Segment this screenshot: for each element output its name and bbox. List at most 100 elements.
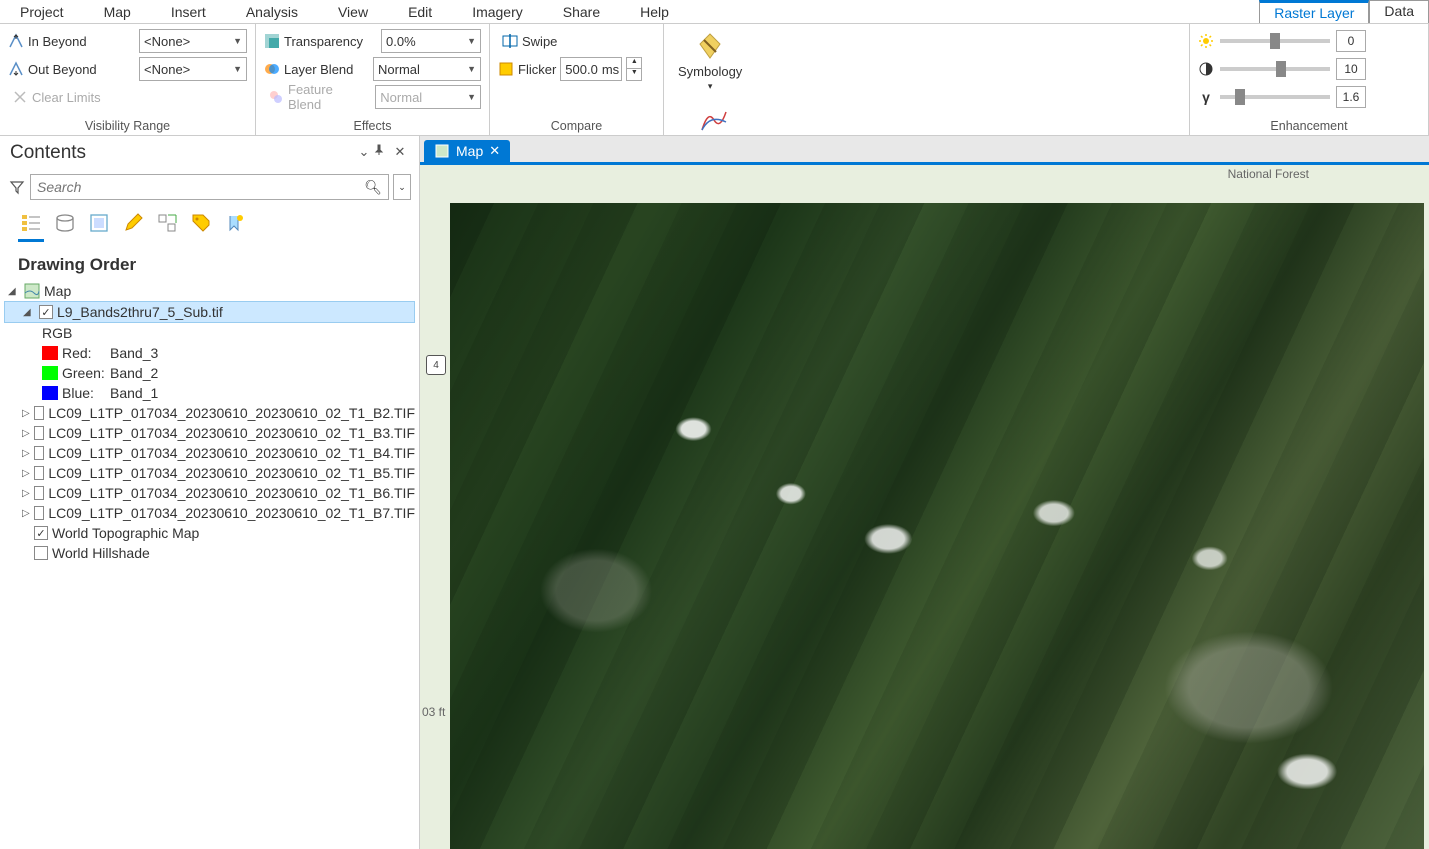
- gamma-slider[interactable]: [1220, 95, 1330, 99]
- list-by-perceptual-tab[interactable]: [224, 212, 246, 234]
- layer-blend-combo[interactable]: Normal▼: [373, 57, 481, 81]
- map-view-tab[interactable]: Map ✕: [424, 140, 510, 162]
- layer-checkbox[interactable]: [34, 486, 44, 500]
- contents-pane: Contents ⌄ ✕ 🔍︎ ⌄ Drawing Order ◢: [0, 136, 420, 849]
- layer-checkbox[interactable]: [34, 506, 44, 520]
- stretch-type-icon: [698, 104, 730, 136]
- pane-close-button[interactable]: ✕: [391, 144, 409, 162]
- layer-checkbox[interactable]: [34, 406, 44, 420]
- red-channel-label: Red:: [62, 345, 106, 361]
- transparency-input[interactable]: 0.0%▼: [381, 29, 481, 53]
- symbology-icon: [694, 30, 726, 62]
- layer-label[interactable]: LC09_L1TP_017034_20230610_20230610_02_T1…: [48, 445, 415, 461]
- layer-label[interactable]: LC09_L1TP_017034_20230610_20230610_02_T1…: [48, 405, 415, 421]
- search-icon[interactable]: 🔍︎: [364, 179, 382, 196]
- layer-checkbox[interactable]: [34, 426, 44, 440]
- in-beyond-combo[interactable]: <None>▼: [139, 29, 247, 53]
- list-by-drawing-order-tab[interactable]: [20, 212, 42, 234]
- pane-menu-button[interactable]: ⌄: [355, 144, 373, 162]
- ribbon: In Beyond <None>▼ Out Beyond <None>▼ Cle…: [0, 24, 1429, 136]
- swipe-button[interactable]: Swipe: [498, 31, 561, 51]
- world-topo-label[interactable]: World Topographic Map: [52, 525, 199, 541]
- layer-toggle[interactable]: ▷: [22, 468, 30, 479]
- feature-blend-button: Feature Blend: [264, 80, 371, 114]
- green-band-label: Band_2: [110, 365, 158, 381]
- clear-limits-button[interactable]: Clear Limits: [8, 87, 105, 107]
- layer-toggle[interactable]: ▷: [22, 448, 30, 459]
- transparency-label: Transparency: [284, 34, 363, 49]
- rgb-label: RGB: [42, 325, 72, 341]
- visibility-range-group-label: Visibility Range: [8, 116, 247, 135]
- layer-toggle[interactable]: ▷: [22, 488, 30, 499]
- swipe-icon: [502, 33, 518, 49]
- layer-toggle[interactable]: ▷: [22, 428, 30, 439]
- layer-checkbox[interactable]: [34, 446, 44, 460]
- layer-label[interactable]: LC09_L1TP_017034_20230610_20230610_02_T1…: [48, 505, 415, 521]
- feature-blend-icon: [268, 89, 284, 105]
- transparency-icon: [264, 33, 280, 49]
- menu-view[interactable]: View: [318, 1, 388, 23]
- layer-label[interactable]: LC09_L1TP_017034_20230610_20230610_02_T1…: [48, 465, 415, 481]
- map-expand-toggle[interactable]: ◢: [8, 286, 20, 297]
- world-hillshade-checkbox[interactable]: [34, 546, 48, 560]
- contrast-slider[interactable]: [1220, 67, 1330, 71]
- gamma-icon: γ: [1198, 89, 1214, 105]
- red-swatch: [42, 346, 58, 360]
- flicker-down-button[interactable]: ▼: [627, 69, 641, 80]
- layer-checkbox[interactable]: [34, 466, 44, 480]
- list-by-source-tab[interactable]: [54, 212, 76, 234]
- context-tab-raster-layer[interactable]: Raster Layer: [1259, 0, 1369, 23]
- list-by-labeling-tab[interactable]: [190, 212, 212, 234]
- menu-edit[interactable]: Edit: [388, 1, 452, 23]
- flicker-label: Flicker: [518, 62, 556, 77]
- map-icon: [24, 283, 40, 299]
- menu-share[interactable]: Share: [543, 1, 620, 23]
- list-by-editing-tab[interactable]: [122, 212, 144, 234]
- menu-help[interactable]: Help: [620, 1, 689, 23]
- map-root-label[interactable]: Map: [44, 283, 71, 299]
- list-by-selection-tab[interactable]: [88, 212, 110, 234]
- menu-analysis[interactable]: Analysis: [226, 1, 318, 23]
- menu-insert[interactable]: Insert: [151, 1, 226, 23]
- feature-blend-combo: Normal▼: [375, 85, 481, 109]
- layer-label[interactable]: LC09_L1TP_017034_20230610_20230610_02_T1…: [48, 485, 415, 501]
- map-area: Map ✕ National Forest New River Trail 03…: [420, 136, 1429, 849]
- symbology-button[interactable]: Symbology▾: [672, 28, 748, 94]
- menu-project[interactable]: Project: [0, 1, 84, 23]
- world-topo-checkbox[interactable]: [34, 526, 48, 540]
- effects-group-label: Effects: [264, 116, 481, 135]
- enhancement-group-label: Enhancement: [1198, 116, 1420, 135]
- brightness-value[interactable]: 0: [1336, 30, 1366, 52]
- flicker-value-input[interactable]: 500.0ms: [560, 57, 622, 81]
- filter-icon[interactable]: [8, 178, 26, 196]
- gamma-value[interactable]: 1.6: [1336, 86, 1366, 108]
- flicker-up-button[interactable]: ▲: [627, 58, 641, 69]
- layer-label[interactable]: LC09_L1TP_017034_20230610_20230610_02_T1…: [48, 425, 415, 441]
- layer-blend-icon: [264, 61, 280, 77]
- selected-layer-toggle[interactable]: ◢: [23, 307, 35, 318]
- contrast-value[interactable]: 10: [1336, 58, 1366, 80]
- world-hillshade-label[interactable]: World Hillshade: [52, 545, 150, 561]
- list-by-snapping-tab[interactable]: [156, 212, 178, 234]
- menu-imagery[interactable]: Imagery: [452, 1, 543, 23]
- selected-layer-checkbox[interactable]: [39, 305, 53, 319]
- clear-limits-icon: [12, 89, 28, 105]
- selected-layer-label[interactable]: L9_Bands2thru7_5_Sub.tif: [57, 304, 223, 320]
- menu-map[interactable]: Map: [84, 1, 151, 23]
- map-tab-close-button[interactable]: ✕: [489, 143, 500, 159]
- search-options-button[interactable]: ⌄: [393, 174, 411, 200]
- layer-toggle[interactable]: ▷: [22, 408, 30, 419]
- layer-toggle[interactable]: ▷: [22, 508, 30, 519]
- red-band-label: Band_3: [110, 345, 158, 361]
- compare-group-label: Compare: [498, 116, 655, 135]
- map-canvas[interactable]: National Forest New River Trail 03 ft 81…: [420, 162, 1429, 849]
- blue-swatch: [42, 386, 58, 400]
- pane-pin-button[interactable]: [373, 144, 391, 162]
- contents-search-input[interactable]: 🔍︎: [30, 174, 389, 200]
- brightness-slider[interactable]: [1220, 39, 1330, 43]
- out-beyond-label: Out Beyond: [28, 62, 97, 77]
- context-tab-data[interactable]: Data: [1369, 0, 1429, 23]
- satellite-raster-image: [450, 203, 1424, 849]
- green-swatch: [42, 366, 58, 380]
- out-beyond-combo[interactable]: <None>▼: [139, 57, 247, 81]
